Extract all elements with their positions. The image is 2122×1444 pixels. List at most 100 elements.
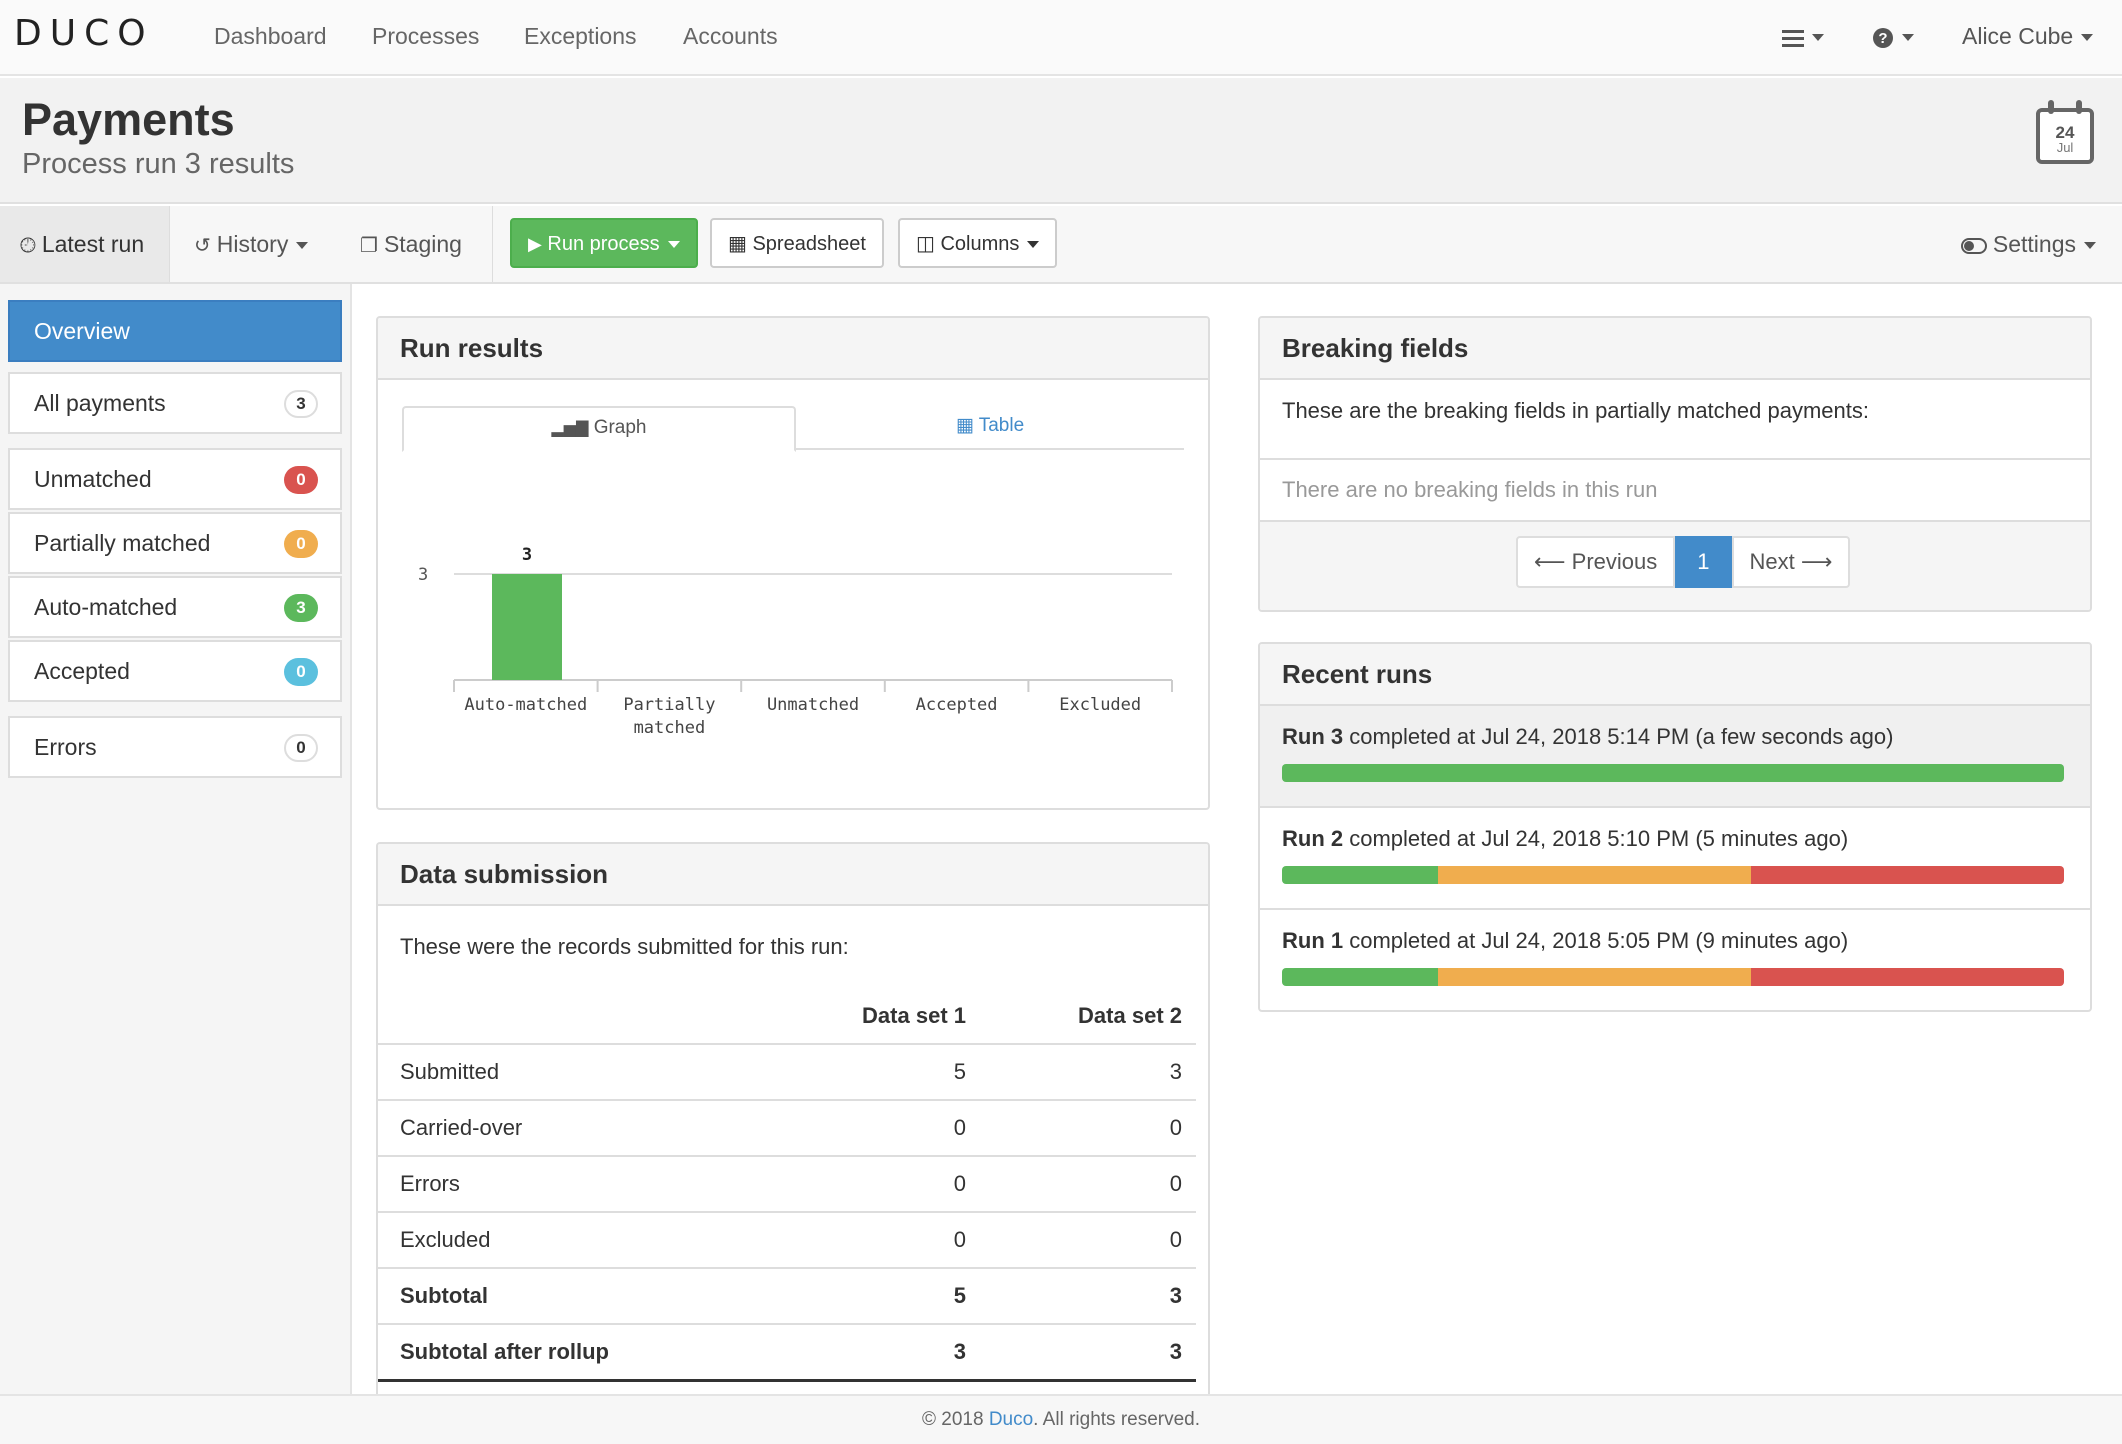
run-description: Run 3 completed at Jul 24, 2018 5:14 PM … xyxy=(1282,724,1893,750)
count-badge: 0 xyxy=(284,658,318,686)
clock-icon: 🕘︎ xyxy=(20,235,36,257)
panel-title: Data submission xyxy=(378,844,1208,906)
cell-value: 0 xyxy=(780,1211,980,1268)
x-tick-label: Unmatched xyxy=(767,695,859,715)
nav-accounts[interactable]: Accounts xyxy=(683,22,778,50)
sidebar-item-auto-matched[interactable]: Auto-matched 3 xyxy=(8,576,342,638)
sidebar-item-all-payments[interactable]: All payments 3 xyxy=(8,372,342,434)
table-row: Excluded 0 0 xyxy=(378,1211,1196,1268)
tab-history-label: History xyxy=(216,231,289,257)
pagination-footer: ⟵ Previous 1 Next ⟶ xyxy=(1260,522,2090,610)
bar-segment-auto-matched xyxy=(1282,968,1439,986)
column-header-data-set-2: Data set 2 xyxy=(980,988,1196,1045)
tab-history[interactable]: ↺ History xyxy=(172,206,330,282)
copy-icon: ❐ xyxy=(360,235,378,257)
page-title: Payments xyxy=(22,94,235,145)
y-tick-label: 3 xyxy=(418,565,428,585)
cell-value: 3 xyxy=(980,1043,1196,1100)
count-badge: 3 xyxy=(284,594,318,622)
footer-copyright: © 2018 xyxy=(921,1409,989,1430)
row-label: Submitted xyxy=(378,1043,780,1100)
panel-title: Run results xyxy=(378,318,1208,380)
top-navbar: DUCO Dashboard Processes Exceptions Acco… xyxy=(0,0,2122,76)
spreadsheet-button[interactable]: ▦ Spreadsheet xyxy=(710,218,884,268)
run-completed-text: completed at Jul 24, 2018 5:10 PM (5 min… xyxy=(1349,826,1849,851)
sidebar-item-label: Partially matched xyxy=(34,530,211,556)
run-description: Run 2 completed at Jul 24, 2018 5:10 PM … xyxy=(1282,826,1848,852)
help-dropdown[interactable]: ? xyxy=(1872,22,1914,50)
row-label: Subtotal after rollup xyxy=(378,1323,780,1382)
footer-rights: . All rights reserved. xyxy=(1033,1409,1201,1430)
count-badge: 0 xyxy=(284,734,318,762)
svg-text:?: ? xyxy=(1878,30,1887,47)
hamburger-menu-dropdown[interactable] xyxy=(1782,22,1824,50)
chevron-down-icon xyxy=(667,241,680,249)
run-completed-text: completed at Jul 24, 2018 5:05 PM (9 min… xyxy=(1349,928,1849,953)
run-process-button[interactable]: ▶︎ Run process xyxy=(510,218,698,268)
settings-dropdown[interactable]: Settings xyxy=(1960,206,2096,282)
sidebar-item-label: Auto-matched xyxy=(34,594,178,620)
chevron-down-icon xyxy=(2084,242,2096,250)
run-progress-bar xyxy=(1282,968,2064,986)
x-tick-label: Auto-matched xyxy=(464,695,587,715)
arrow-right-icon: ⟶ xyxy=(1800,549,1833,574)
results-tabs: ▂▅▇ Graph ▦ Table xyxy=(402,406,1184,452)
chevron-down-icon xyxy=(1902,34,1914,42)
columns-label: Columns xyxy=(940,233,1020,255)
spreadsheet-label: Spreadsheet xyxy=(752,233,866,255)
sidebar-item-partially-matched[interactable]: Partially matched 0 xyxy=(8,512,342,574)
columns-icon: ◫ xyxy=(916,233,935,255)
user-menu-dropdown[interactable]: Alice Cube xyxy=(1962,22,2094,50)
calendar-ring xyxy=(2076,100,2082,114)
breaking-fields-empty-message: There are no breaking fields in this run xyxy=(1260,458,2090,522)
duco-logo[interactable]: DUCO xyxy=(14,16,146,52)
breaking-fields-panel: Breaking fields These are the breaking f… xyxy=(1258,316,2092,612)
sidebar-item-accepted[interactable]: Accepted 0 xyxy=(8,640,342,702)
sidebar-item-label: Overview xyxy=(34,318,130,344)
tab-graph[interactable]: ▂▅▇ Graph xyxy=(402,406,796,452)
calendar-icon[interactable]: 24 Jul xyxy=(2036,100,2094,164)
toolbar-divider xyxy=(492,206,493,282)
sidebar-item-unmatched[interactable]: Unmatched 0 xyxy=(8,448,342,510)
panel-title: Breaking fields xyxy=(1260,318,2090,380)
footer-duco-link[interactable]: Duco xyxy=(989,1409,1033,1430)
x-tick-label: Accepted xyxy=(916,695,998,715)
calendar-day: 24 xyxy=(2055,123,2075,142)
next-page-button[interactable]: Next ⟶ xyxy=(1731,536,1851,588)
x-tick-label: matched xyxy=(634,718,706,738)
run-process-label: Run process xyxy=(547,233,660,255)
previous-page-button[interactable]: ⟵ Previous xyxy=(1516,536,1676,588)
tab-latest-run-label: Latest run xyxy=(41,231,145,257)
tab-staging[interactable]: ❐ Staging xyxy=(338,206,484,282)
chart-bar xyxy=(492,574,562,680)
recent-run-row[interactable]: Run 3 completed at Jul 24, 2018 5:14 PM … xyxy=(1260,706,2090,808)
cell-value: 0 xyxy=(780,1099,980,1156)
nav-exceptions[interactable]: Exceptions xyxy=(524,22,637,50)
row-label: Carried-over xyxy=(378,1099,780,1156)
table-icon: ▦ xyxy=(955,415,974,436)
sidebar-item-label: Errors xyxy=(34,734,97,760)
columns-button[interactable]: ◫ Columns xyxy=(898,218,1058,268)
pagination: ⟵ Previous 1 Next ⟶ xyxy=(1516,536,1851,588)
recent-run-row[interactable]: Run 1 completed at Jul 24, 2018 5:05 PM … xyxy=(1260,910,2090,1010)
cell-value: 5 xyxy=(780,1267,980,1324)
next-label: Next xyxy=(1749,549,1795,574)
bar-segment-partially-matched xyxy=(1438,866,1752,884)
bar-segment-auto-matched xyxy=(1282,866,1439,884)
row-label: Errors xyxy=(378,1155,780,1212)
run-progress-bar xyxy=(1282,866,2064,884)
recent-run-row[interactable]: Run 2 completed at Jul 24, 2018 5:10 PM … xyxy=(1260,808,2090,910)
table-row-subtotal-after-rollup: Subtotal after rollup 3 3 xyxy=(378,1323,1196,1382)
sidebar-item-overview[interactable]: Overview xyxy=(8,300,342,362)
tab-table[interactable]: ▦ Table xyxy=(796,406,1184,450)
page-subtitle: Process run 3 results xyxy=(22,148,295,180)
tab-latest-run[interactable]: 🕘︎ Latest run xyxy=(0,206,170,282)
page-number-current[interactable]: 1 xyxy=(1675,536,1732,588)
run-results-bar-chart: 3 3 Auto-matched Partially matched Unmatched A… xyxy=(418,545,1173,738)
sidebar-item-errors[interactable]: Errors 0 xyxy=(8,716,342,778)
nav-processes[interactable]: Processes xyxy=(372,22,479,50)
nav-dashboard[interactable]: Dashboard xyxy=(214,22,327,50)
question-circle-icon: ? xyxy=(1873,27,1893,48)
data-submission-table: Data set 1 Data set 2 Submitted 5 3 Carr… xyxy=(378,988,1196,1382)
tab-staging-label: Staging xyxy=(383,231,462,257)
